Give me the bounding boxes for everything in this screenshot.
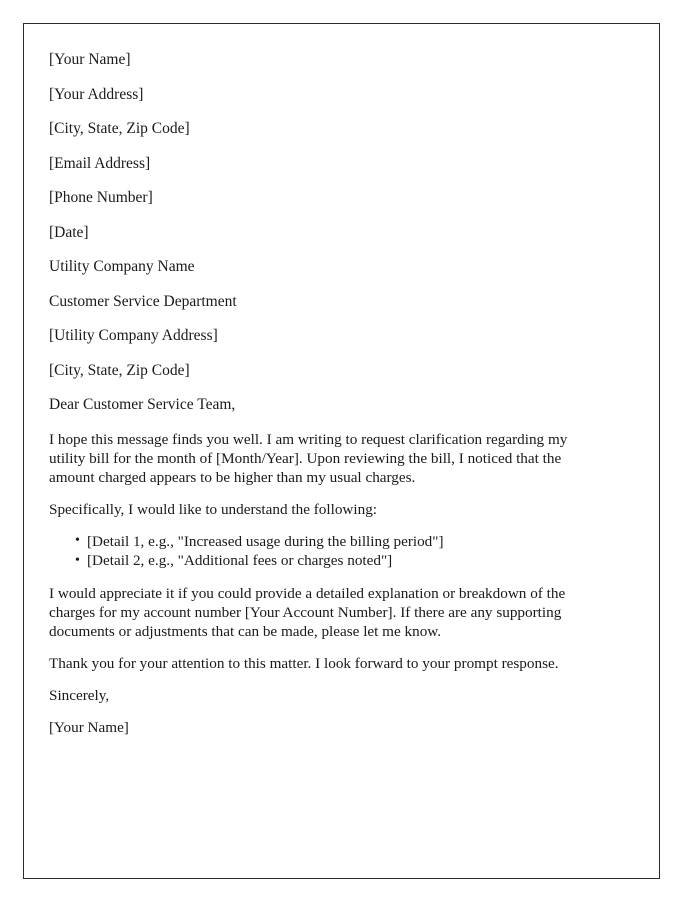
- sender-line: [Phone Number]: [49, 189, 153, 206]
- sender-line: [Date]: [49, 223, 89, 241]
- recipient-address-block: Utility Company Name Customer Service De…: [49, 257, 617, 380]
- sign-off: Sincerely,: [49, 686, 110, 704]
- recipient-line: Utility Company Name: [49, 258, 195, 275]
- sender-line: [Your Name]: [49, 51, 131, 68]
- sender-line: [Email Address]: [49, 154, 151, 172]
- list-item: [Detail 2, e.g., "Additional fees or cha…: [75, 551, 617, 571]
- letter-page: [Your Name] [Your Address] [City, State,…: [23, 23, 660, 879]
- body-paragraph-3: I would appreciate it if you could provi…: [49, 584, 566, 640]
- detail-bullet-list: [Detail 1, e.g., "Increased usage during…: [49, 531, 617, 571]
- list-item: [Detail 1, e.g., "Increased usage during…: [75, 531, 617, 552]
- body-paragraph-4: Thank you for your attention to this mat…: [49, 654, 559, 672]
- body-paragraph-2: Specifically, I would like to understand…: [49, 500, 378, 518]
- sender-line: [Your Address]: [49, 85, 144, 103]
- letter-content: [Your Name] [Your Address] [City, State,…: [24, 24, 659, 737]
- signature-name: [Your Name]: [49, 718, 129, 736]
- recipient-line: Customer Service Department: [49, 292, 237, 310]
- recipient-line: [City, State, Zip Code]: [49, 361, 190, 379]
- recipient-line: [Utility Company Address]: [49, 327, 218, 344]
- sender-address-block: [Your Name] [Your Address] [City, State,…: [49, 50, 617, 242]
- body-paragraph-1: I hope this message finds you well. I am…: [49, 430, 568, 486]
- sender-line: [City, State, Zip Code]: [49, 120, 190, 137]
- salutation: Dear Customer Service Team,: [49, 396, 236, 413]
